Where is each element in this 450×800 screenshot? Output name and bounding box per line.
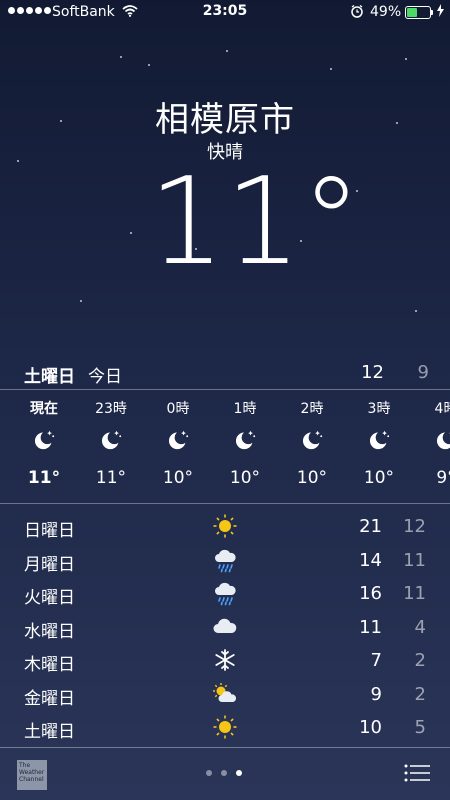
hourly-temp: 11° (27, 468, 61, 488)
star (80, 300, 82, 302)
page-indicator[interactable] (206, 770, 242, 776)
daily-row: 水曜日 11 4 (0, 611, 450, 645)
daily-low: 2 (414, 650, 426, 671)
hourly-item: 2時 10° (280, 390, 344, 488)
hourly-temp: 10° (229, 468, 261, 488)
list-icon[interactable] (404, 763, 430, 783)
daily-low: 11 (403, 549, 426, 571)
today-label: 今日 (88, 367, 122, 387)
daily-high: 14 (359, 549, 382, 571)
moon-stars-icon (280, 424, 344, 454)
hourly-temp: 10° (296, 468, 328, 488)
sun-icon (210, 512, 240, 540)
rain-cloud-icon (210, 546, 240, 574)
daily-high: 16 (359, 583, 382, 604)
daily-day-name: 水曜日 (24, 621, 75, 642)
hourly-forecast-scroller[interactable]: 現在 11° 23時 11° 0時 10° 1時 10° 2時 10° 3時 1… (0, 390, 450, 500)
daily-high: 10 (359, 717, 382, 738)
daily-high: 7 (370, 650, 382, 671)
moon-stars-icon (347, 424, 411, 454)
daily-day-name: 金曜日 (24, 688, 75, 709)
hourly-time: 1時 (233, 401, 257, 417)
alarm-clock-icon (350, 4, 364, 22)
status-bar: SoftBank 23:05 49% (0, 0, 450, 24)
partly-cloudy-icon (210, 680, 240, 708)
star (120, 56, 122, 58)
daily-day-name: 土曜日 (24, 722, 75, 742)
hourly-time: 現在 (30, 401, 58, 417)
moon-stars-icon (146, 424, 210, 454)
moon-stars-icon (12, 424, 76, 454)
today-high: 12 (361, 362, 384, 383)
daily-low: 2 (414, 683, 426, 705)
page-dot[interactable] (221, 770, 227, 776)
star (405, 58, 407, 60)
daily-row: 木曜日 7 2 (0, 644, 450, 678)
today-low: 9 (417, 362, 429, 383)
daily-low: 4 (414, 616, 426, 638)
hourly-temp: 9° (436, 468, 450, 488)
daily-low: 11 (403, 583, 426, 604)
daily-row: 日曜日 21 12 (0, 510, 450, 544)
daily-low: 12 (403, 516, 426, 537)
charging-bolt-icon (437, 4, 444, 21)
daily-high: 21 (359, 516, 382, 537)
today-day-name: 土曜日 (24, 367, 75, 387)
rain-cloud-icon (210, 579, 240, 607)
page-dot[interactable] (236, 770, 242, 776)
star (330, 68, 332, 70)
daily-day-name: 日曜日 (24, 521, 75, 541)
divider (0, 747, 450, 748)
divider (0, 503, 450, 504)
hourly-item: 3時 10° (347, 390, 411, 488)
daily-row: 月曜日 14 11 (0, 544, 450, 578)
battery-cap (431, 10, 433, 15)
hourly-time: 23時 (95, 401, 127, 417)
sun-icon (210, 713, 240, 741)
moon-stars-icon (213, 424, 277, 454)
daily-low: 5 (414, 717, 426, 738)
daily-row: 火曜日 16 11 (0, 577, 450, 611)
page-dot[interactable] (206, 770, 212, 776)
weather-channel-logo[interactable]: The Weather Channel (17, 760, 47, 790)
hourly-item: 0時 10° (146, 390, 210, 488)
moon-stars-icon (414, 424, 450, 454)
hourly-time: 0時 (166, 401, 190, 417)
hourly-temp: 10° (363, 468, 395, 488)
moon-stars-icon (79, 424, 143, 454)
star (415, 310, 417, 312)
hourly-time: 3時 (367, 401, 391, 417)
battery-percent: 49% (370, 4, 402, 20)
star (148, 64, 150, 66)
hourly-temp: 10° (162, 468, 194, 488)
hourly-time: 2時 (300, 401, 324, 417)
daily-high: 11 (359, 616, 382, 638)
snowflake-icon (210, 646, 240, 674)
daily-day-name: 木曜日 (24, 655, 75, 675)
hourly-item: 現在 11° (12, 390, 76, 488)
hourly-item: 4時 9° (414, 390, 450, 488)
daily-row: 金曜日 9 2 (0, 678, 450, 712)
hourly-item: 1時 10° (213, 390, 277, 488)
current-temperature: 11° (148, 153, 362, 292)
today-summary-row: 土曜日 今日 12 9 (0, 358, 450, 388)
daily-row: 土曜日 10 5 (0, 711, 450, 745)
daily-high: 9 (370, 683, 382, 705)
battery-icon (405, 6, 431, 19)
star (226, 50, 228, 52)
daily-day-name: 火曜日 (24, 588, 75, 608)
daily-day-name: 月曜日 (24, 554, 75, 575)
city-name: 相模原市 (155, 100, 295, 140)
hourly-temp: 11° (95, 468, 127, 488)
hourly-item: 23時 11° (79, 390, 143, 488)
hourly-time: 4時 (434, 401, 450, 417)
cloud-icon (210, 613, 240, 641)
